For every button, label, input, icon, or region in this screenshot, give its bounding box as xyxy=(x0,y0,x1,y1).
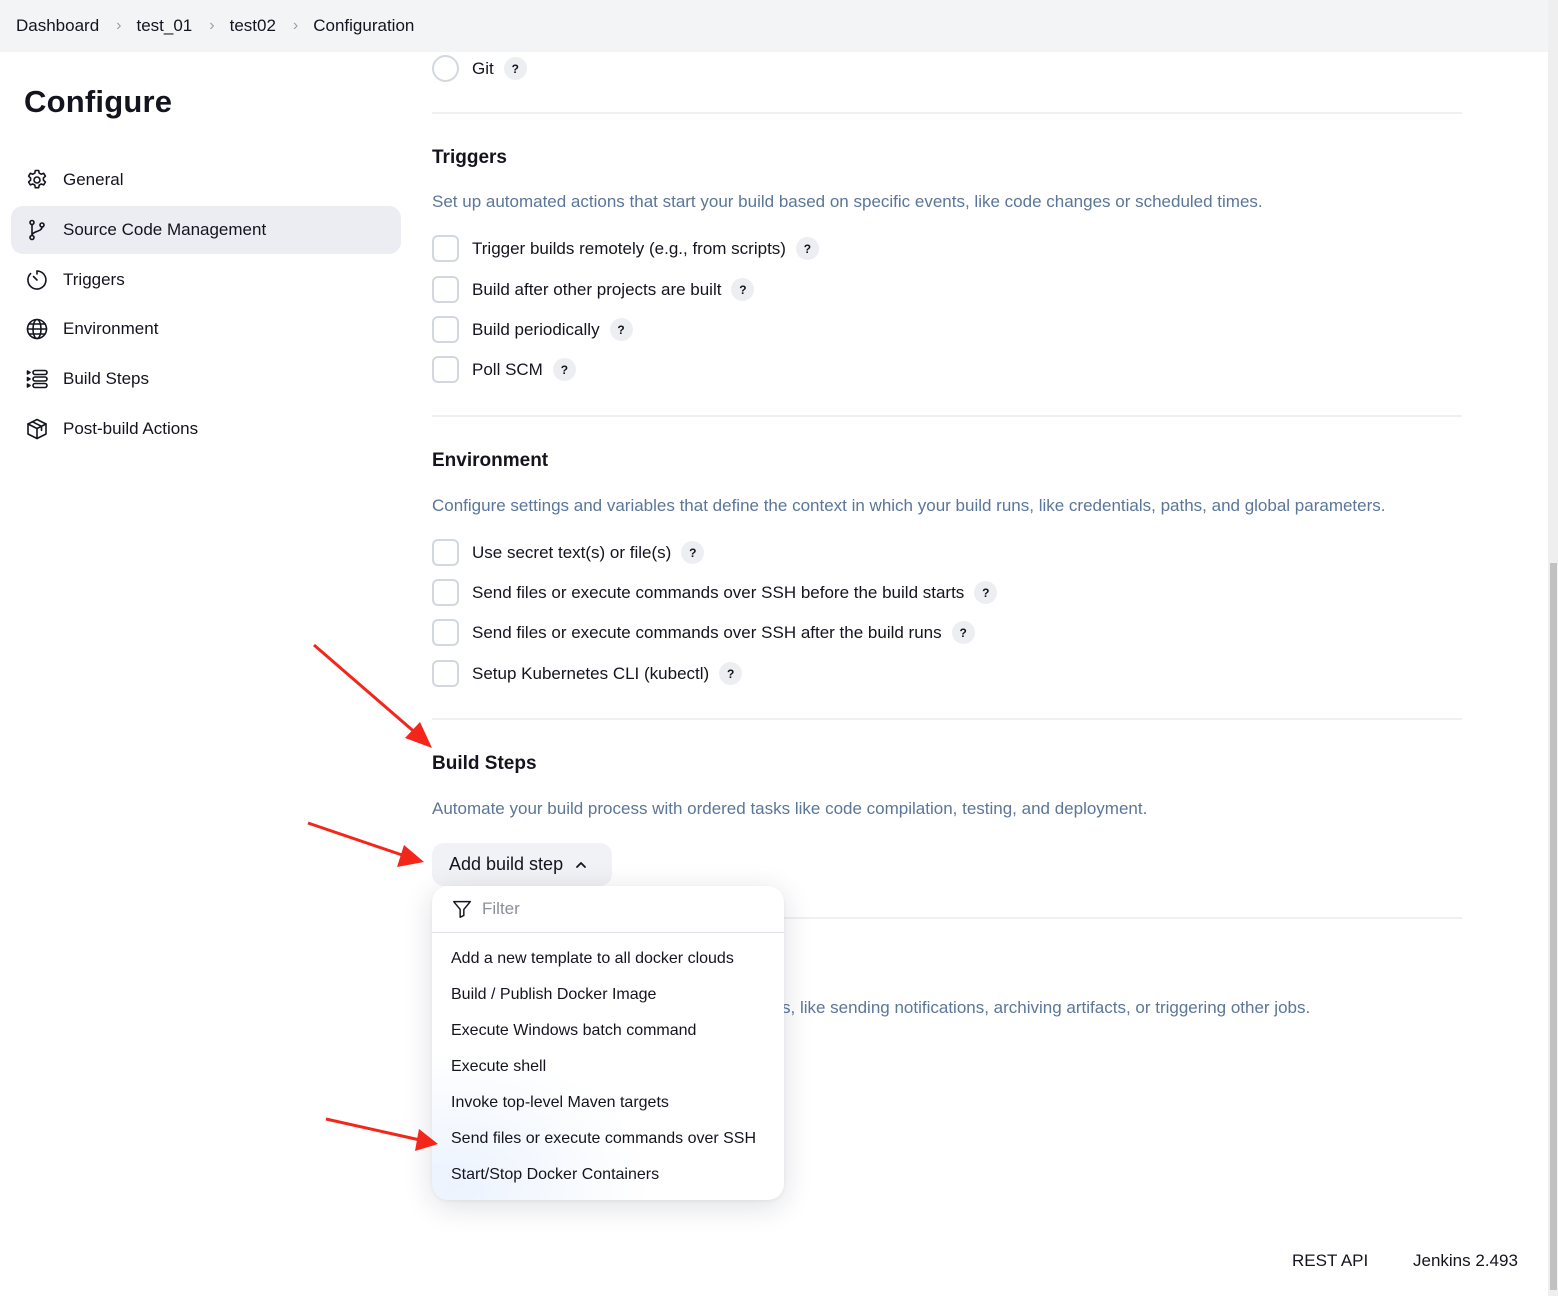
option-label[interactable]: Build periodically xyxy=(472,320,600,340)
menu-item-execute-windows-batch[interactable]: Execute Windows batch command xyxy=(432,1013,784,1049)
chevron-right-icon: › xyxy=(116,17,122,34)
add-build-step-dropdown: Add a new template to all docker clouds … xyxy=(432,886,784,1200)
kubectl-checkbox[interactable] xyxy=(432,660,459,687)
build-steps-description: Automate your build process with ordered… xyxy=(432,799,1148,818)
sidebar: General Source Code Management Triggers … xyxy=(11,156,401,455)
gear-icon xyxy=(24,167,50,193)
trigger-option: Poll SCM ? xyxy=(432,356,576,383)
menu-item-build-publish-docker-image[interactable]: Build / Publish Docker Image xyxy=(432,977,784,1013)
help-icon[interactable]: ? xyxy=(974,581,998,604)
environment-option: Send files or execute commands over SSH … xyxy=(432,619,975,646)
secret-text-checkbox[interactable] xyxy=(432,539,459,566)
add-build-step-button[interactable]: Add build step xyxy=(432,843,612,886)
timer-icon xyxy=(24,267,50,293)
help-icon[interactable]: ? xyxy=(503,57,527,80)
trigger-option: Trigger builds remotely (e.g., from scri… xyxy=(432,235,819,262)
environment-option: Send files or execute commands over SSH … xyxy=(432,579,998,606)
sidebar-item-label: Build Steps xyxy=(63,369,149,389)
option-label[interactable]: Build after other projects are built xyxy=(472,280,721,300)
sidebar-item-label: Triggers xyxy=(63,269,125,289)
menu-item-start-stop-docker[interactable]: Start/Stop Docker Containers xyxy=(432,1157,784,1193)
filter-icon xyxy=(453,900,471,918)
trigger-option: Build periodically ? xyxy=(432,316,633,343)
sidebar-item-triggers[interactable]: Triggers xyxy=(11,256,401,304)
option-label[interactable]: Use secret text(s) or file(s) xyxy=(472,543,671,563)
option-label[interactable]: Trigger builds remotely (e.g., from scri… xyxy=(472,239,786,259)
help-icon[interactable]: ? xyxy=(609,318,633,341)
menu-item-invoke-maven[interactable]: Invoke top-level Maven targets xyxy=(432,1085,784,1121)
sidebar-item-post-build-actions[interactable]: Post-build Actions xyxy=(11,405,401,453)
rest-api-link[interactable]: REST API xyxy=(1292,1251,1368,1271)
menu-item-execute-shell[interactable]: Execute shell xyxy=(432,1049,784,1085)
menu-item-add-docker-template[interactable]: Add a new template to all docker clouds xyxy=(432,941,784,977)
environment-option: Use secret text(s) or file(s) ? xyxy=(432,539,705,566)
poll-scm-checkbox[interactable] xyxy=(432,356,459,383)
sidebar-item-label: General xyxy=(63,170,124,189)
add-build-step-label: Add build step xyxy=(449,854,564,874)
breadcrumb-configuration[interactable]: Configuration xyxy=(313,16,414,36)
package-icon xyxy=(24,416,50,442)
option-label[interactable]: Send files or execute commands over SSH … xyxy=(472,623,942,643)
globe-icon xyxy=(24,316,50,342)
ssh-after-build-checkbox[interactable] xyxy=(432,619,459,646)
sidebar-item-environment[interactable]: Environment xyxy=(11,305,401,353)
page-scrollbar[interactable] xyxy=(1548,0,1558,1296)
build-steps-section-title: Build Steps xyxy=(432,753,537,774)
breadcrumb: Dashboard › test_01 › test02 › Configura… xyxy=(0,0,1548,52)
menu-list: Add a new template to all docker clouds … xyxy=(432,933,784,1193)
environment-section-title: Environment xyxy=(432,450,549,471)
chevron-up-icon xyxy=(576,861,586,868)
jenkins-version[interactable]: Jenkins 2.493 xyxy=(1413,1251,1518,1271)
help-icon[interactable]: ? xyxy=(719,662,743,685)
help-icon[interactable]: ? xyxy=(731,278,755,301)
chevron-right-icon: › xyxy=(209,17,215,34)
sidebar-item-source-code-management[interactable]: Source Code Management xyxy=(11,205,401,254)
menu-item-send-files-over-ssh[interactable]: Send files or execute commands over SSH xyxy=(432,1121,784,1157)
git-label[interactable]: Git xyxy=(472,59,494,79)
section-divider xyxy=(432,415,1462,417)
section-divider xyxy=(432,718,1462,720)
help-icon[interactable]: ? xyxy=(681,541,705,564)
page-title: Configure xyxy=(24,84,173,119)
annotation-arrow xyxy=(307,821,424,867)
breadcrumb-test-01[interactable]: test_01 xyxy=(137,16,193,36)
sidebar-item-label: Environment xyxy=(63,319,159,339)
help-icon[interactable]: ? xyxy=(951,621,975,644)
breadcrumb-dashboard[interactable]: Dashboard xyxy=(16,16,99,36)
sidebar-item-build-steps[interactable]: Build Steps xyxy=(11,355,401,403)
filter-row xyxy=(432,886,784,933)
post-build-description: s, like sending notifications, archiving… xyxy=(782,998,1311,1017)
section-divider xyxy=(432,112,1462,114)
scrollbar-thumb[interactable] xyxy=(1550,563,1557,1290)
triggers-section-title: Triggers xyxy=(432,147,507,168)
scm-option-git: Git ? xyxy=(432,55,527,82)
option-label[interactable]: Poll SCM xyxy=(472,360,543,380)
triggers-description: Set up automated actions that start your… xyxy=(432,192,1263,211)
environment-option: Setup Kubernetes CLI (kubectl) ? xyxy=(432,660,743,687)
help-icon[interactable]: ? xyxy=(552,358,576,381)
sidebar-item-label: Source Code Management xyxy=(63,219,267,239)
annotation-arrow xyxy=(313,643,432,748)
sidebar-item-general[interactable]: General xyxy=(11,156,401,204)
build-after-other-checkbox[interactable] xyxy=(432,276,459,303)
build-periodically-checkbox[interactable] xyxy=(432,316,459,343)
sidebar-item-label: Post-build Actions xyxy=(63,418,199,438)
ssh-before-build-checkbox[interactable] xyxy=(432,579,459,606)
trigger-remote-checkbox[interactable] xyxy=(432,235,459,262)
branch-icon xyxy=(24,217,50,243)
breadcrumb-test02[interactable]: test02 xyxy=(230,16,276,36)
help-icon[interactable]: ? xyxy=(795,237,819,260)
filter-input[interactable] xyxy=(482,899,762,919)
annotation-arrow xyxy=(325,1117,438,1151)
list-steps-icon xyxy=(24,366,50,392)
option-label[interactable]: Setup Kubernetes CLI (kubectl) xyxy=(472,664,709,684)
trigger-option: Build after other projects are built ? xyxy=(432,276,755,303)
environment-description: Configure settings and variables that de… xyxy=(432,496,1386,515)
option-label[interactable]: Send files or execute commands over SSH … xyxy=(472,583,964,603)
chevron-right-icon: › xyxy=(292,17,299,34)
git-radio[interactable] xyxy=(432,55,459,82)
